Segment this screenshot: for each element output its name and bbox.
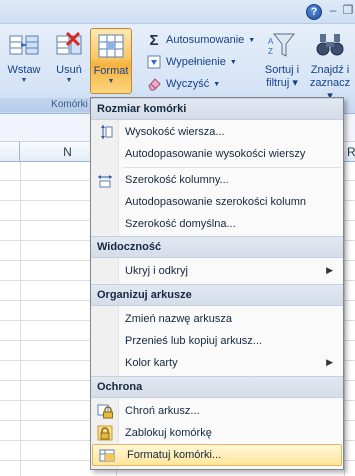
menu-item-column-width[interactable]: Szerokość kolumny... (91, 169, 343, 191)
menu-item-autofit-row-height[interactable]: Autodopasowanie wysokości wierszy (91, 143, 343, 165)
minimize-window-icon[interactable]: – (326, 3, 340, 17)
chevron-down-icon: ▼ (107, 78, 115, 85)
section-header-organize-sheets: Organizuj arkusze (91, 284, 343, 306)
find-select-button[interactable]: Znajdź i zaznacz ▾ (306, 28, 354, 102)
svg-text:A: A (268, 37, 274, 46)
eraser-icon (146, 76, 162, 92)
protect-sheet-icon (91, 400, 119, 422)
menu-item-default-width[interactable]: Szerokość domyślna... (91, 213, 343, 235)
help-icon[interactable]: ? (306, 4, 322, 20)
restore-window-icon[interactable]: ❐ (341, 3, 355, 17)
delete-button[interactable]: Usuń ▼ (48, 28, 90, 94)
submenu-arrow-icon: ▶ (326, 265, 333, 275)
find-label-line2: zaznacz (309, 77, 351, 89)
insert-label: Wstaw (7, 64, 41, 76)
chevron-down-icon: ▼ (213, 80, 221, 88)
clear-button[interactable]: Wyczyść ▼ (146, 74, 220, 94)
format-cells-icon (95, 31, 127, 61)
sort-filter-label: Sortuj i filtruj ▾ (264, 64, 300, 89)
menu-item-label: Autodopasowanie wysokości wierszy (125, 148, 306, 160)
chevron-down-icon: ▼ (65, 77, 73, 84)
menu-item-label: Kolor karty (125, 357, 178, 369)
row-height-icon (91, 121, 119, 143)
format-label: Format (93, 65, 129, 77)
svg-text:Z: Z (268, 47, 273, 56)
insert-cells-icon (8, 30, 40, 60)
menu-item-label: Autodopasowanie szerokości kolumn (125, 196, 306, 208)
section-header-visibility: Widoczność (91, 236, 343, 258)
column-width-icon (91, 169, 119, 191)
format-button[interactable]: Format ▼ (90, 28, 132, 94)
menu-item-label: Zmień nazwę arkusza (125, 313, 232, 325)
section-header-cell-size: Rozmiar komórki (91, 98, 343, 120)
menu-item-hide-unhide[interactable]: Ukryj i odkryj ▶ (91, 260, 343, 282)
format-dropdown-menu: Rozmiar komórki Wysokość wiersza... Auto… (90, 97, 344, 470)
menu-item-rename-sheet[interactable]: Zmień nazwę arkusza (91, 308, 343, 330)
sort-label-line2: filtruj (266, 77, 290, 89)
menu-item-move-copy-sheet[interactable]: Przenieś lub kopiuj arkusz... (91, 330, 343, 352)
column-header-r[interactable]: R (344, 142, 355, 162)
autosum-button[interactable]: Σ Autosumowanie ▼ (146, 30, 255, 50)
lock-cell-icon (91, 422, 119, 444)
sort-filter-button[interactable]: A Z Sortuj i filtruj ▾ (258, 28, 306, 94)
column-header-partial[interactable] (0, 142, 20, 162)
menu-item-label: Formatuj komórki... (127, 449, 222, 461)
menu-item-autofit-column-width[interactable]: Autodopasowanie szerokości kolumn (91, 191, 343, 213)
menu-item-lock-cell[interactable]: Zablokuj komórkę (91, 422, 343, 444)
binoculars-icon (314, 30, 346, 60)
chevron-down-icon: ▼ (20, 77, 28, 84)
find-label-line1: Znajdź i (310, 64, 350, 76)
menu-item-row-height[interactable]: Wysokość wiersza... (91, 121, 343, 143)
menu-item-label: Szerokość domyślna... (125, 218, 236, 230)
fill-button[interactable]: Wypełnienie ▼ (146, 52, 237, 72)
clear-label: Wyczyść (166, 78, 210, 90)
menu-item-label: Wysokość wiersza... (125, 126, 225, 138)
menu-item-format-cells[interactable]: Formatuj komórki... (92, 444, 342, 466)
menu-item-label: Chroń arkusz... (125, 405, 200, 417)
menu-item-label: Szerokość kolumny... (125, 174, 229, 186)
sigma-icon: Σ (149, 31, 159, 49)
fill-down-icon (146, 54, 162, 70)
menu-item-tab-color[interactable]: Kolor karty ▶ (91, 352, 343, 374)
menu-item-label: Przenieś lub kopiuj arkusz... (125, 335, 262, 347)
autosum-label: Autosumowanie (166, 34, 245, 46)
section-header-protection: Ochrona (91, 376, 343, 398)
menu-item-label: Zablokuj komórkę (125, 427, 212, 439)
submenu-arrow-icon: ▶ (326, 357, 333, 367)
format-cells-icon (93, 444, 121, 466)
chevron-down-icon: ▼ (229, 58, 237, 66)
sort-filter-icon: A Z (266, 30, 298, 60)
menu-item-label: Ukryj i odkryj (125, 265, 188, 277)
delete-cells-icon (53, 30, 85, 60)
sort-label-line1: Sortuj i (264, 64, 300, 76)
fill-label: Wypełnienie (166, 56, 226, 68)
menu-item-protect-sheet[interactable]: Chroń arkusz... (91, 400, 343, 422)
delete-label: Usuń (56, 64, 82, 76)
chevron-down-icon: ▼ (248, 36, 256, 44)
insert-button[interactable]: Wstaw ▼ (3, 28, 45, 94)
title-strip: ? – ❐ (0, 0, 355, 24)
